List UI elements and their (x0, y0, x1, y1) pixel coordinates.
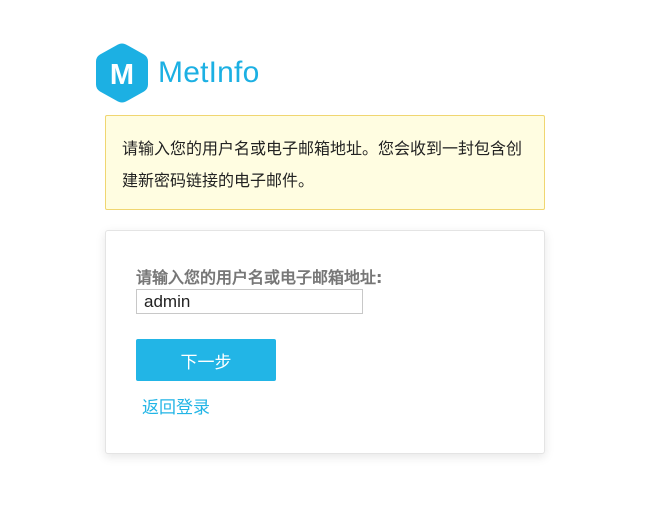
username-email-input[interactable] (136, 289, 363, 314)
logo-letter: M (110, 59, 134, 91)
reset-form-card: 请输入您的用户名或电子邮箱地址: 下一步 返回登录 (105, 230, 545, 454)
username-email-label: 请输入您的用户名或电子邮箱地址: (136, 268, 383, 287)
lost-password-page: M MetInfo 请输入您的用户名或电子邮箱地址。您会收到一封包含创建新密码链… (0, 0, 660, 525)
hexagon-m-logo-icon: M (96, 43, 148, 103)
brand-logo[interactable]: M MetInfo (94, 42, 259, 104)
next-step-button[interactable]: 下一步 (136, 339, 276, 381)
instruction-notice: 请输入您的用户名或电子邮箱地址。您会收到一封包含创建新密码链接的电子邮件。 (105, 115, 545, 210)
back-to-login-link[interactable]: 返回登录 (142, 393, 210, 418)
brand-name: MetInfo (158, 56, 260, 89)
